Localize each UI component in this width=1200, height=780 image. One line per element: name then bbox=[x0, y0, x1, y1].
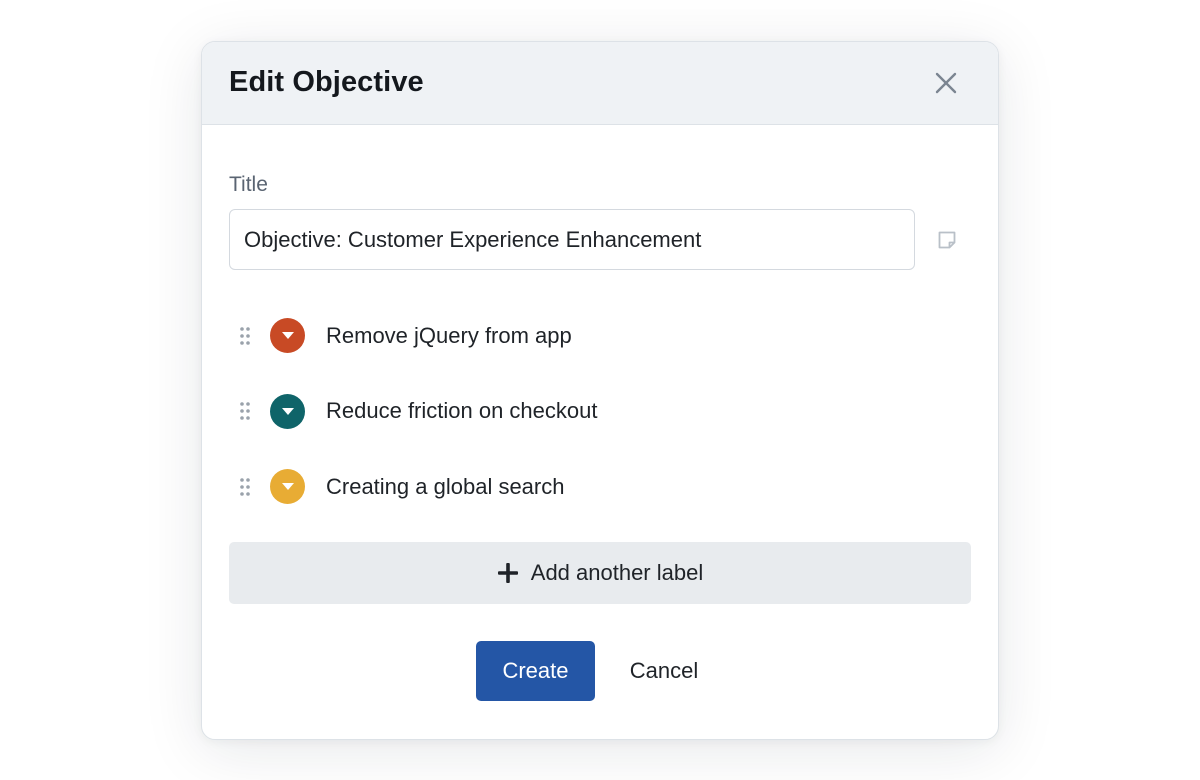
label-color-picker[interactable] bbox=[270, 393, 305, 429]
close-button[interactable] bbox=[930, 67, 962, 99]
drag-handle-icon bbox=[240, 477, 250, 496]
create-button[interactable]: Create bbox=[476, 641, 595, 701]
drag-handle-icon bbox=[240, 402, 250, 421]
label-text: Reduce friction on checkout bbox=[326, 398, 598, 424]
chevron-down-icon bbox=[281, 407, 294, 415]
label-text: Remove jQuery from app bbox=[326, 322, 572, 348]
label-list: Remove jQuery from app Reduce friction o… bbox=[229, 298, 969, 525]
note-button[interactable] bbox=[935, 228, 959, 252]
chevron-down-icon bbox=[281, 332, 294, 340]
title-field-label: Title bbox=[229, 173, 268, 196]
title-input[interactable] bbox=[229, 209, 915, 270]
label-color-picker[interactable] bbox=[270, 318, 305, 354]
label-item: Remove jQuery from app bbox=[229, 298, 969, 374]
chevron-down-icon bbox=[281, 483, 294, 491]
page: Edit Objective Title Objective: Customer… bbox=[0, 0, 1200, 780]
label-item: Creating a global search bbox=[229, 449, 969, 525]
edit-objective-dialog: Edit Objective Title Objective: Customer… bbox=[201, 41, 999, 740]
add-label-button[interactable]: Add another label bbox=[229, 542, 971, 604]
drag-handle-icon bbox=[240, 326, 250, 345]
cancel-button[interactable]: Cancel bbox=[610, 641, 718, 701]
dialog-header: Edit Objective bbox=[202, 42, 998, 125]
add-label-text: Add another label bbox=[530, 560, 704, 585]
drag-handle[interactable] bbox=[235, 475, 255, 499]
label-item: Reduce friction on checkout bbox=[229, 374, 969, 450]
dialog-title: Edit Objective bbox=[229, 66, 424, 98]
drag-handle[interactable] bbox=[235, 324, 255, 348]
label-color-picker[interactable] bbox=[270, 469, 305, 505]
note-icon bbox=[938, 231, 956, 249]
label-text: Creating a global search bbox=[326, 473, 565, 499]
close-icon bbox=[935, 72, 957, 94]
drag-handle[interactable] bbox=[235, 399, 255, 423]
plus-icon bbox=[497, 563, 518, 583]
